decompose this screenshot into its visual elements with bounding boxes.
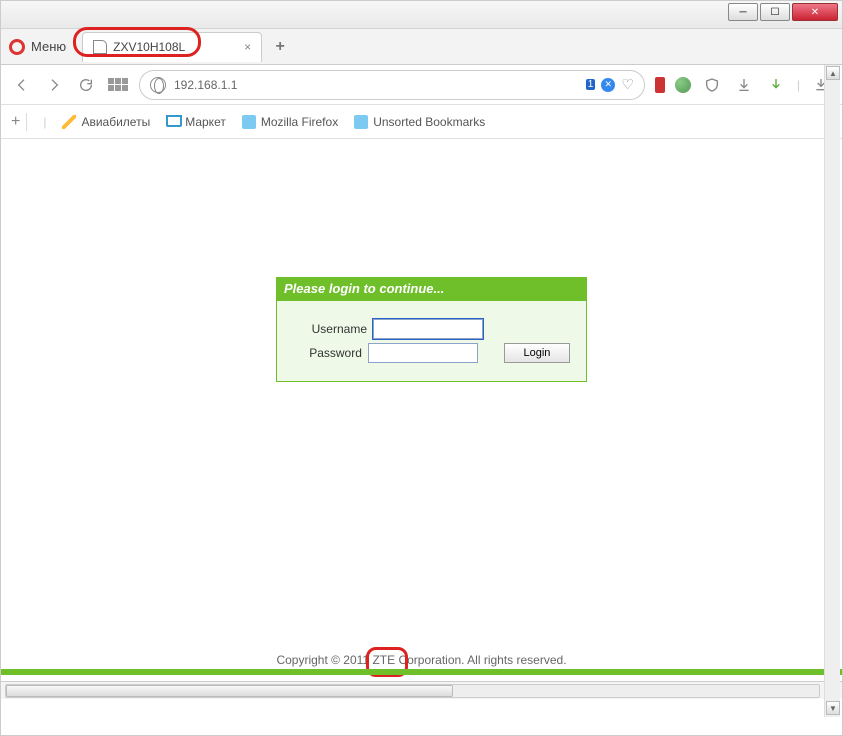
bookmark-label: Маркет xyxy=(185,115,226,129)
tab-title: ZXV10H108L xyxy=(113,40,185,54)
login-button[interactable]: Login xyxy=(504,343,570,363)
folder-icon xyxy=(354,115,368,129)
window-minimize-button[interactable]: ─ xyxy=(728,3,758,21)
bookmark-label: Mozilla Firefox xyxy=(261,115,338,129)
username-label: Username xyxy=(293,322,367,336)
globe-icon xyxy=(150,77,166,93)
opera-menu-button[interactable]: Меню xyxy=(9,39,66,55)
address-bar[interactable]: 192.168.1.1 1 ✕ ♡ xyxy=(139,70,645,100)
reload-button[interactable] xyxy=(75,74,97,96)
bookmark-item[interactable]: Маркет xyxy=(166,115,226,129)
tab-strip: Меню ZXV10H108L × + xyxy=(1,29,842,65)
downloads-arrow-icon[interactable] xyxy=(733,74,755,96)
footer-divider xyxy=(1,669,842,675)
scroll-down-button[interactable]: ▼ xyxy=(826,701,840,715)
page-content: Please login to continue... Username Pas… xyxy=(1,139,842,699)
copyright-suffix: Corporation. All rights reserved. xyxy=(395,653,566,667)
login-header: Please login to continue... xyxy=(276,277,587,300)
scroll-up-button[interactable]: ▲ xyxy=(826,66,840,80)
horizontal-scrollbar[interactable] xyxy=(5,684,820,698)
password-input[interactable] xyxy=(368,343,478,363)
favorite-icon[interactable]: ♡ xyxy=(621,76,634,93)
back-button[interactable] xyxy=(11,74,33,96)
url-text: 192.168.1.1 xyxy=(174,78,237,92)
status-bar xyxy=(1,681,842,699)
bookmark-label: Unsorted Bookmarks xyxy=(373,115,485,129)
extension-savefrom-icon[interactable] xyxy=(765,74,787,96)
menu-label: Меню xyxy=(31,39,66,54)
blocker-count-badge: 1 xyxy=(586,79,596,90)
password-label: Password xyxy=(293,346,362,360)
extension-icon-2[interactable] xyxy=(675,77,691,93)
scrollbar-thumb[interactable] xyxy=(6,685,453,697)
bookmark-item[interactable]: Unsorted Bookmarks xyxy=(354,115,485,129)
bookmark-item[interactable]: Авиабилеты xyxy=(62,115,150,129)
blocker-icon[interactable]: ✕ xyxy=(601,78,615,92)
copyright-text: Copyright © 2011 ZTE Corporation. All ri… xyxy=(1,653,842,667)
bookmarks-bar: + | Авиабилеты Маркет Mozilla Firefox Un… xyxy=(1,105,842,139)
opera-logo-icon xyxy=(9,39,25,55)
brand-text: ZTE xyxy=(372,653,395,667)
extensions-area: | xyxy=(655,74,832,96)
username-input[interactable] xyxy=(373,319,483,339)
window-close-button[interactable]: ✕ xyxy=(792,3,838,21)
browser-tab[interactable]: ZXV10H108L × xyxy=(82,32,262,62)
tab-close-icon[interactable]: × xyxy=(244,40,251,54)
extension-icon-1[interactable] xyxy=(655,77,665,93)
add-bookmark-button[interactable]: + xyxy=(11,113,27,131)
extension-shield-icon[interactable] xyxy=(701,74,723,96)
cart-icon xyxy=(166,115,180,129)
copyright-prefix: Copyright © 2011 xyxy=(276,653,372,667)
plane-icon xyxy=(62,115,76,129)
vertical-scrollbar[interactable]: ▲ ▼ xyxy=(824,65,840,717)
page-icon xyxy=(93,40,107,54)
speed-dial-button[interactable] xyxy=(107,74,129,96)
bookmark-item[interactable]: Mozilla Firefox xyxy=(242,115,338,129)
window-maximize-button[interactable]: ☐ xyxy=(760,3,790,21)
bookmark-label: Авиабилеты xyxy=(81,115,150,129)
new-tab-button[interactable]: + xyxy=(268,35,292,59)
window-titlebar: ─ ☐ ✕ xyxy=(1,1,842,29)
forward-button[interactable] xyxy=(43,74,65,96)
nav-toolbar: 192.168.1.1 1 ✕ ♡ | xyxy=(1,65,842,105)
login-panel: Please login to continue... Username Pas… xyxy=(276,277,587,382)
folder-icon xyxy=(242,115,256,129)
